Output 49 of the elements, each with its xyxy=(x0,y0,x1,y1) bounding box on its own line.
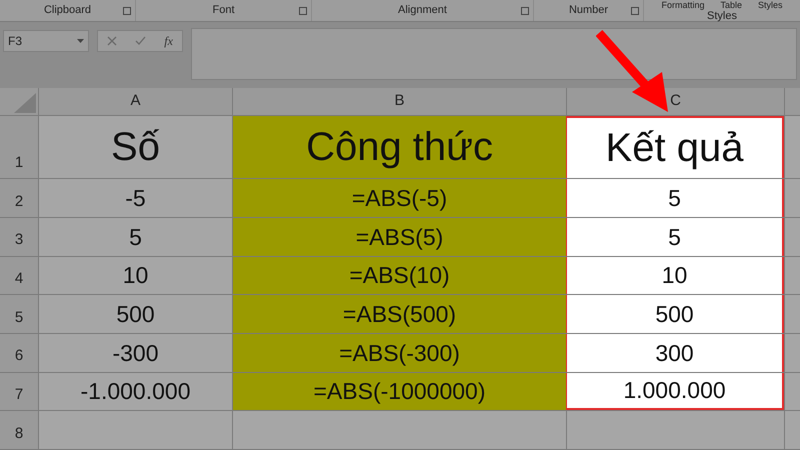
table-cell: 500 xyxy=(566,295,784,334)
table-cell: =ABS(500) xyxy=(232,295,566,334)
table-cell: =ABS(-1000000) xyxy=(232,372,566,410)
table-cell: Kết quả xyxy=(566,116,784,178)
table-cell: 5 xyxy=(566,218,784,256)
row-header[interactable]: 4 xyxy=(0,256,38,294)
table-cell: 500 xyxy=(38,295,232,334)
row-header[interactable]: 7 xyxy=(0,372,38,410)
dialog-launcher-icon[interactable] xyxy=(631,7,639,15)
table-cell: =ABS(-300) xyxy=(232,334,566,372)
table-cell: -5 xyxy=(38,179,232,217)
cancel-icon[interactable] xyxy=(107,36,118,46)
ribbon-group-label: Font xyxy=(212,3,234,18)
table-cell: Công thức xyxy=(232,116,566,178)
row-header[interactable]: 5 xyxy=(0,295,38,334)
row-header[interactable]: 2 xyxy=(0,179,38,217)
table-cell: 300 xyxy=(566,334,784,372)
column-header[interactable]: A xyxy=(38,88,232,116)
formula-input[interactable] xyxy=(191,28,797,80)
ribbon-command[interactable]: Formatting xyxy=(661,0,704,10)
dialog-launcher-icon[interactable] xyxy=(123,7,131,15)
row-header[interactable]: 6 xyxy=(0,334,38,372)
table-cell: =ABS(10) xyxy=(232,256,566,294)
table-cell: =ABS(-5) xyxy=(232,179,566,217)
table-cell: 5 xyxy=(38,218,232,256)
table-cell: -300 xyxy=(38,334,232,372)
row-header[interactable]: 8 xyxy=(0,411,38,450)
row-header[interactable]: 3 xyxy=(0,218,38,256)
row-header[interactable]: 1 xyxy=(0,116,38,178)
table-cell: -1.000.000 xyxy=(38,372,232,410)
ribbon-command[interactable]: Table xyxy=(720,0,742,10)
table-cell: 10 xyxy=(566,256,784,294)
name-box[interactable]: F3 xyxy=(3,30,89,52)
dialog-launcher-icon[interactable] xyxy=(299,7,307,15)
column-header[interactable]: B xyxy=(232,88,566,116)
ribbon-group-label: Styles xyxy=(707,11,737,21)
table-cell: 5 xyxy=(566,179,784,217)
dialog-launcher-icon[interactable] xyxy=(521,7,529,15)
ribbon-command[interactable]: Styles xyxy=(758,0,783,10)
ribbon-group-label: Clipboard xyxy=(44,3,92,18)
dropdown-caret-icon[interactable] xyxy=(77,39,84,43)
ribbon-group-label: Number xyxy=(568,3,608,18)
table-cell: =ABS(5) xyxy=(232,218,566,256)
ribbon-group-label: Alignment xyxy=(398,3,447,18)
table-cell: Số xyxy=(38,116,232,178)
table-cell: 10 xyxy=(38,256,232,294)
insert-function-button[interactable]: fx xyxy=(164,32,173,50)
table-cell: 1.000.000 xyxy=(566,372,784,410)
check-icon[interactable] xyxy=(135,36,146,46)
